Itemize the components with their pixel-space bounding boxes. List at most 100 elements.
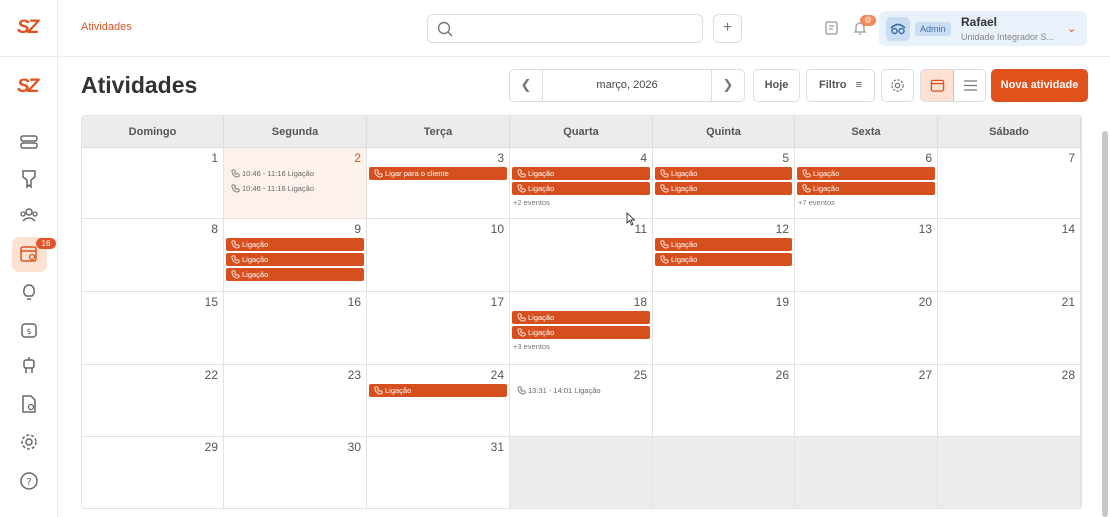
calendar-day-cell[interactable]: 19 (653, 292, 795, 365)
next-month-button[interactable]: ❯ (711, 70, 744, 101)
robot-icon[interactable] (18, 354, 40, 376)
gear-icon[interactable] (18, 431, 40, 453)
calendar-day-cell[interactable]: 26 (653, 365, 795, 437)
calendar-day-cell[interactable]: 30 (224, 437, 367, 508)
calendar-day-cell[interactable]: 21 (938, 292, 1081, 365)
calendar-day-cell[interactable]: 20 (795, 292, 938, 365)
previous-month-button[interactable]: ❮ (510, 70, 543, 101)
gear-icon (891, 79, 904, 92)
event-label: Ligação (813, 184, 840, 193)
calendar-day-cell[interactable]: 4 Ligação Ligação +2 eventos (510, 148, 653, 219)
calendar-day-cell[interactable]: 11 (510, 219, 653, 292)
user-avatar-icon (886, 17, 910, 41)
quick-add-button[interactable]: + (713, 14, 742, 43)
calendar-day-cell[interactable]: 8 (82, 219, 224, 292)
calendar-day-cell[interactable]: 1 (82, 148, 224, 219)
calendar-day-cell[interactable] (938, 437, 1081, 508)
event-item[interactable]: Ligação (797, 167, 935, 180)
month-calendar: Domingo Segunda Terça Quarta Quinta Sexta Sába… (81, 115, 1082, 509)
event-item[interactable]: Ligação (512, 311, 650, 324)
calendar-day-cell[interactable] (510, 437, 653, 508)
lightbulb-icon[interactable] (18, 282, 40, 304)
calendar-day-cell[interactable]: 27 (795, 365, 938, 437)
calendar-day-cell[interactable]: 10 (367, 219, 510, 292)
settings-button[interactable] (881, 69, 914, 102)
sidebar-logo[interactable]: SZ (17, 76, 39, 98)
new-activity-button[interactable]: Nova atividade (991, 69, 1088, 102)
users-icon[interactable] (18, 204, 40, 226)
event-item[interactable]: Ligação (369, 384, 507, 397)
event-item[interactable]: Ligação (512, 326, 650, 339)
event-item[interactable]: 13:31 - 14:01 Ligação (512, 384, 650, 397)
event-item[interactable]: Ligação (655, 182, 792, 195)
calendar-day-cell[interactable]: 15 (82, 292, 224, 365)
notification-badge: @ (860, 15, 876, 26)
day-number: 23 (347, 368, 361, 382)
calendar-day-cell[interactable]: 16 (224, 292, 367, 365)
weekday-label: Terça (367, 116, 510, 148)
page-scrollbar[interactable] (1102, 131, 1108, 517)
calendar-day-cell[interactable]: 3 Ligar para o cliente (367, 148, 510, 219)
calendar-day-cell[interactable]: 28 (938, 365, 1081, 437)
today-button[interactable]: Hoje (753, 69, 800, 102)
event-item[interactable]: Ligação (655, 253, 792, 266)
calendar-day-cell[interactable]: 9 Ligação Ligação Ligação (224, 219, 367, 292)
event-label: Ligação (813, 169, 840, 178)
event-item[interactable]: Ligação (797, 182, 935, 195)
calendar-day-cell[interactable]: 13 (795, 219, 938, 292)
money-bag-icon[interactable]: $ (18, 318, 40, 340)
calendar-day-cell[interactable]: 12 Ligação Ligação (653, 219, 795, 292)
event-item[interactable]: Ligação (512, 167, 650, 180)
day-number: 2 (354, 151, 361, 165)
event-label: 10:46 - 11:16 Ligação (242, 184, 315, 193)
brand-logo[interactable]: SZ (17, 17, 39, 39)
list-view-button[interactable] (954, 70, 985, 101)
more-events-link[interactable]: +3 eventos (513, 342, 550, 351)
calendar-day-cell[interactable]: 6 Ligação Ligação +7 eventos (795, 148, 938, 219)
calendar-day-cell[interactable]: 14 (938, 219, 1081, 292)
calendar-day-cell[interactable]: 2 10:46 - 11:16 Ligação 10:46 - 11:16 Liga… (224, 148, 367, 219)
phone-icon (231, 169, 240, 178)
document-settings-icon[interactable] (18, 393, 40, 415)
help-icon[interactable]: ? (18, 470, 40, 492)
notes-icon[interactable] (824, 20, 840, 36)
calendar-day-cell[interactable]: 31 (367, 437, 510, 508)
calendar-day-cell[interactable]: 7 (938, 148, 1081, 219)
filter-button[interactable]: Filtro ≡ (806, 69, 875, 102)
event-item[interactable]: Ligação (655, 167, 792, 180)
search-input[interactable] (427, 14, 703, 43)
event-item[interactable]: Ligação (226, 268, 364, 281)
event-item[interactable]: 10:46 - 11:16 Ligação (226, 182, 364, 195)
weekday-header: Domingo Segunda Terça Quarta Quinta Sexta Sába… (82, 116, 1081, 148)
more-events-link[interactable]: +2 eventos (513, 198, 550, 207)
layers-icon[interactable] (18, 132, 40, 154)
day-number: 3 (497, 151, 504, 165)
calendar-day-cell[interactable] (653, 437, 795, 508)
event-item[interactable]: 10:46 - 11:16 Ligação (226, 167, 364, 180)
event-label: Ligação (671, 169, 698, 178)
page-title: Atividades (81, 72, 198, 98)
event-item[interactable]: Ligação (655, 238, 792, 251)
calendar-day-cell[interactable]: 23 (224, 365, 367, 437)
calendar-day-cell[interactable]: 18 Ligação Ligação +3 eventos (510, 292, 653, 365)
calendar-day-cell[interactable]: 29 (82, 437, 224, 508)
more-events-link[interactable]: +7 eventos (798, 198, 835, 207)
calendar-view-button[interactable] (921, 70, 954, 101)
user-menu[interactable]: Admin Rafael Unidade Integrador S... ⌄ (879, 11, 1087, 46)
calendar-day-cell[interactable]: 25 13:31 - 14:01 Ligação (510, 365, 653, 437)
breadcrumb[interactable]: Atividades (81, 21, 132, 33)
event-item[interactable]: Ligar para o cliente (369, 167, 507, 180)
calendar-day-cell[interactable]: 17 (367, 292, 510, 365)
event-item[interactable]: Ligação (226, 253, 364, 266)
calendar-day-cell[interactable]: 24 Ligação (367, 365, 510, 437)
chevron-down-icon: ⌄ (1067, 23, 1077, 35)
calendar-day-cell[interactable]: 5 Ligação Ligação (653, 148, 795, 219)
pin-icon[interactable] (18, 168, 40, 190)
calendar-day-cell[interactable]: 22 (82, 365, 224, 437)
event-item[interactable]: Ligação (226, 238, 364, 251)
day-number: 13 (918, 222, 932, 236)
calendar-day-cell[interactable] (795, 437, 938, 508)
event-item[interactable]: Ligação (512, 182, 650, 195)
event-label: Ligação (528, 169, 555, 178)
day-number: 30 (347, 440, 361, 454)
